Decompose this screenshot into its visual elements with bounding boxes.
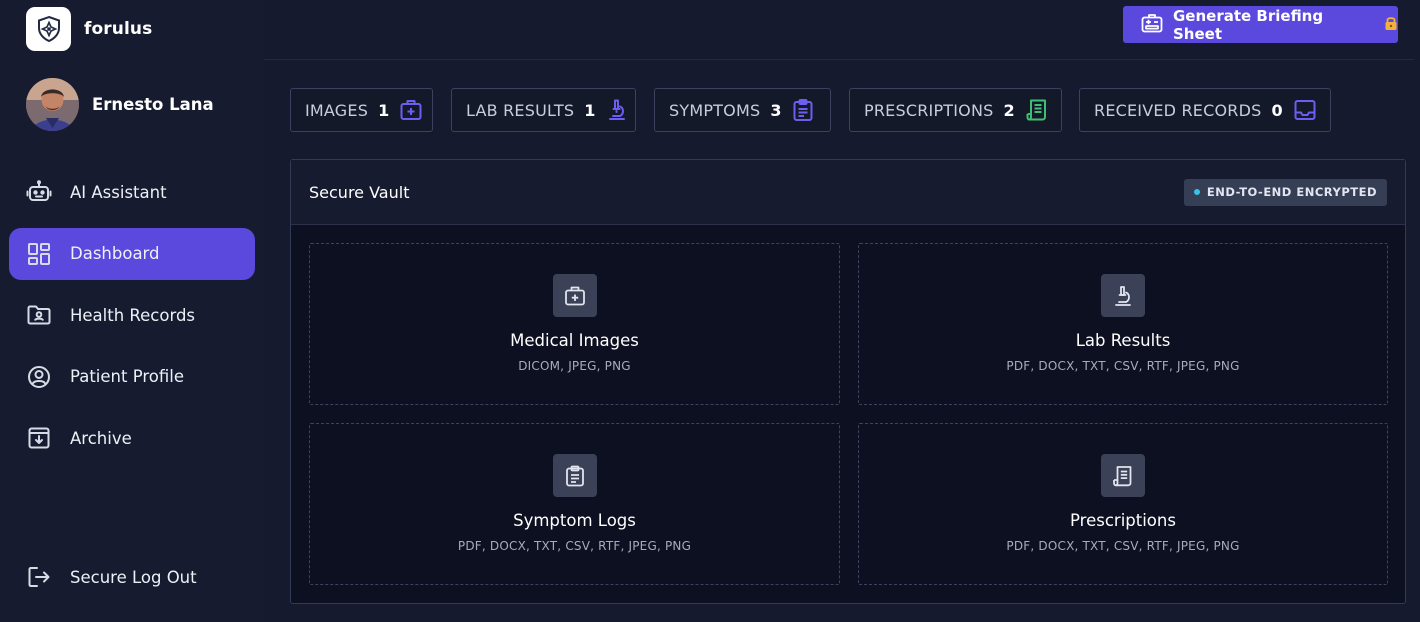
stat-chip-lab-results[interactable]: LAB RESULTS 1 bbox=[451, 88, 636, 132]
stat-label: LAB RESULTS bbox=[466, 100, 575, 120]
vault-header: Secure Vault END-TO-END ENCRYPTED bbox=[291, 160, 1405, 225]
sidebar-item-ai-assistant[interactable]: AI Assistant bbox=[9, 166, 255, 218]
stat-label: IMAGES bbox=[305, 100, 369, 120]
card-formats: PDF, DOCX, TXT, CSV, RTF, JPEG, PNG bbox=[457, 539, 692, 553]
user-circle-icon bbox=[26, 364, 52, 390]
card-title: Medical Images bbox=[510, 331, 639, 350]
sidebar-item-health-records[interactable]: Health Records bbox=[9, 289, 255, 341]
sidebar-item-label: Health Records bbox=[70, 305, 196, 325]
stat-count: 1 bbox=[584, 100, 596, 120]
brand[interactable]: forulus bbox=[26, 7, 152, 51]
prescription-receipt-icon bbox=[1025, 98, 1049, 122]
archive-download-icon bbox=[26, 425, 52, 451]
logout-icon bbox=[26, 564, 52, 590]
sidebar-item-label: AI Assistant bbox=[70, 182, 167, 202]
vault-title: Secure Vault bbox=[309, 182, 410, 202]
sidebar: forulus Ernesto Lana AI Assistant Dashbo… bbox=[0, 0, 264, 622]
stat-label: PRESCRIPTIONS bbox=[864, 100, 994, 120]
app-root: forulus Ernesto Lana AI Assistant Dashbo… bbox=[0, 0, 1420, 622]
stat-count: 2 bbox=[1003, 100, 1015, 120]
card-title: Lab Results bbox=[1075, 331, 1171, 350]
stat-chip-prescriptions[interactable]: PRESCRIPTIONS 2 bbox=[849, 88, 1062, 132]
briefing-button-label: Generate Briefing Sheet bbox=[1173, 6, 1324, 43]
generate-briefing-button[interactable]: Generate Briefing Sheet bbox=[1123, 6, 1398, 43]
card-formats: PDF, DOCX, TXT, CSV, RTF, JPEG, PNG bbox=[1006, 359, 1240, 373]
logout-button[interactable]: Secure Log Out bbox=[26, 564, 197, 590]
stat-count: 0 bbox=[1271, 100, 1283, 120]
grid-dashboard-icon bbox=[26, 241, 52, 267]
stat-chip-received-records[interactable]: RECEIVED RECORDS 0 bbox=[1079, 88, 1331, 132]
card-formats: DICOM, JPEG, PNG bbox=[518, 359, 631, 373]
upload-card-lab-results[interactable]: Lab Results PDF, DOCX, TXT, CSV, RTF, JP… bbox=[858, 243, 1388, 405]
encryption-badge-label: END-TO-END ENCRYPTED bbox=[1206, 185, 1377, 199]
sidebar-nav: AI Assistant Dashboard Health Records Pa… bbox=[9, 166, 255, 474]
encryption-badge: END-TO-END ENCRYPTED bbox=[1183, 178, 1387, 206]
upload-card-prescriptions[interactable]: Prescriptions PDF, DOCX, TXT, CSV, RTF, … bbox=[858, 423, 1388, 585]
sidebar-item-patient-profile[interactable]: Patient Profile bbox=[9, 351, 255, 403]
card-title: Prescriptions bbox=[1070, 511, 1176, 530]
folder-user-icon bbox=[26, 302, 52, 328]
prescription-receipt-icon bbox=[1101, 454, 1145, 497]
brand-name: forulus bbox=[84, 19, 153, 39]
card-formats: PDF, DOCX, TXT, CSV, RTF, JPEG, PNG bbox=[1006, 539, 1240, 553]
sidebar-item-label: Patient Profile bbox=[70, 367, 185, 386]
medical-case-icon bbox=[552, 274, 597, 317]
clipboard-icon bbox=[552, 454, 597, 497]
stat-count: 1 bbox=[378, 100, 390, 120]
clipboard-icon bbox=[791, 98, 815, 122]
upload-card-medical-images[interactable]: Medical Images DICOM, JPEG, PNG bbox=[309, 243, 840, 405]
stat-chip-symptoms[interactable]: SYMPTOMS 3 bbox=[654, 88, 831, 132]
shield-logo-icon bbox=[26, 7, 71, 51]
briefing-sheet-icon bbox=[1141, 12, 1163, 38]
lock-icon bbox=[1384, 15, 1398, 35]
microscope-icon bbox=[605, 98, 629, 122]
logout-label: Secure Log Out bbox=[70, 567, 197, 587]
sidebar-item-archive[interactable]: Archive bbox=[9, 412, 255, 464]
page-scrollbar[interactable] bbox=[1414, 0, 1420, 622]
upload-cards-grid: Medical Images DICOM, JPEG, PNG Lab Resu… bbox=[309, 243, 1388, 587]
sidebar-item-label: Dashboard bbox=[70, 244, 160, 263]
card-title: Symptom Logs bbox=[513, 511, 636, 530]
stat-count: 3 bbox=[770, 100, 782, 120]
sidebar-item-dashboard[interactable]: Dashboard bbox=[9, 227, 255, 280]
medical-case-icon bbox=[399, 98, 423, 122]
top-bar: Generate Briefing Sheet bbox=[264, 0, 1420, 60]
user-avatar bbox=[26, 78, 79, 131]
user-name: Ernesto Lana bbox=[92, 95, 214, 114]
stat-label: RECEIVED RECORDS bbox=[1094, 100, 1262, 120]
microscope-icon bbox=[1101, 274, 1145, 317]
upload-card-symptom-logs[interactable]: Symptom Logs PDF, DOCX, TXT, CSV, RTF, J… bbox=[309, 423, 840, 585]
stat-chip-images[interactable]: IMAGES 1 bbox=[290, 88, 433, 132]
sidebar-item-label: Archive bbox=[70, 428, 132, 448]
inbox-icon bbox=[1293, 98, 1317, 122]
user-profile[interactable]: Ernesto Lana bbox=[26, 78, 214, 131]
status-dot-icon bbox=[1193, 189, 1200, 195]
robot-icon bbox=[26, 179, 52, 205]
stat-label: SYMPTOMS bbox=[669, 100, 761, 120]
secure-vault-panel: Secure Vault END-TO-END ENCRYPTED Medica… bbox=[290, 159, 1406, 604]
